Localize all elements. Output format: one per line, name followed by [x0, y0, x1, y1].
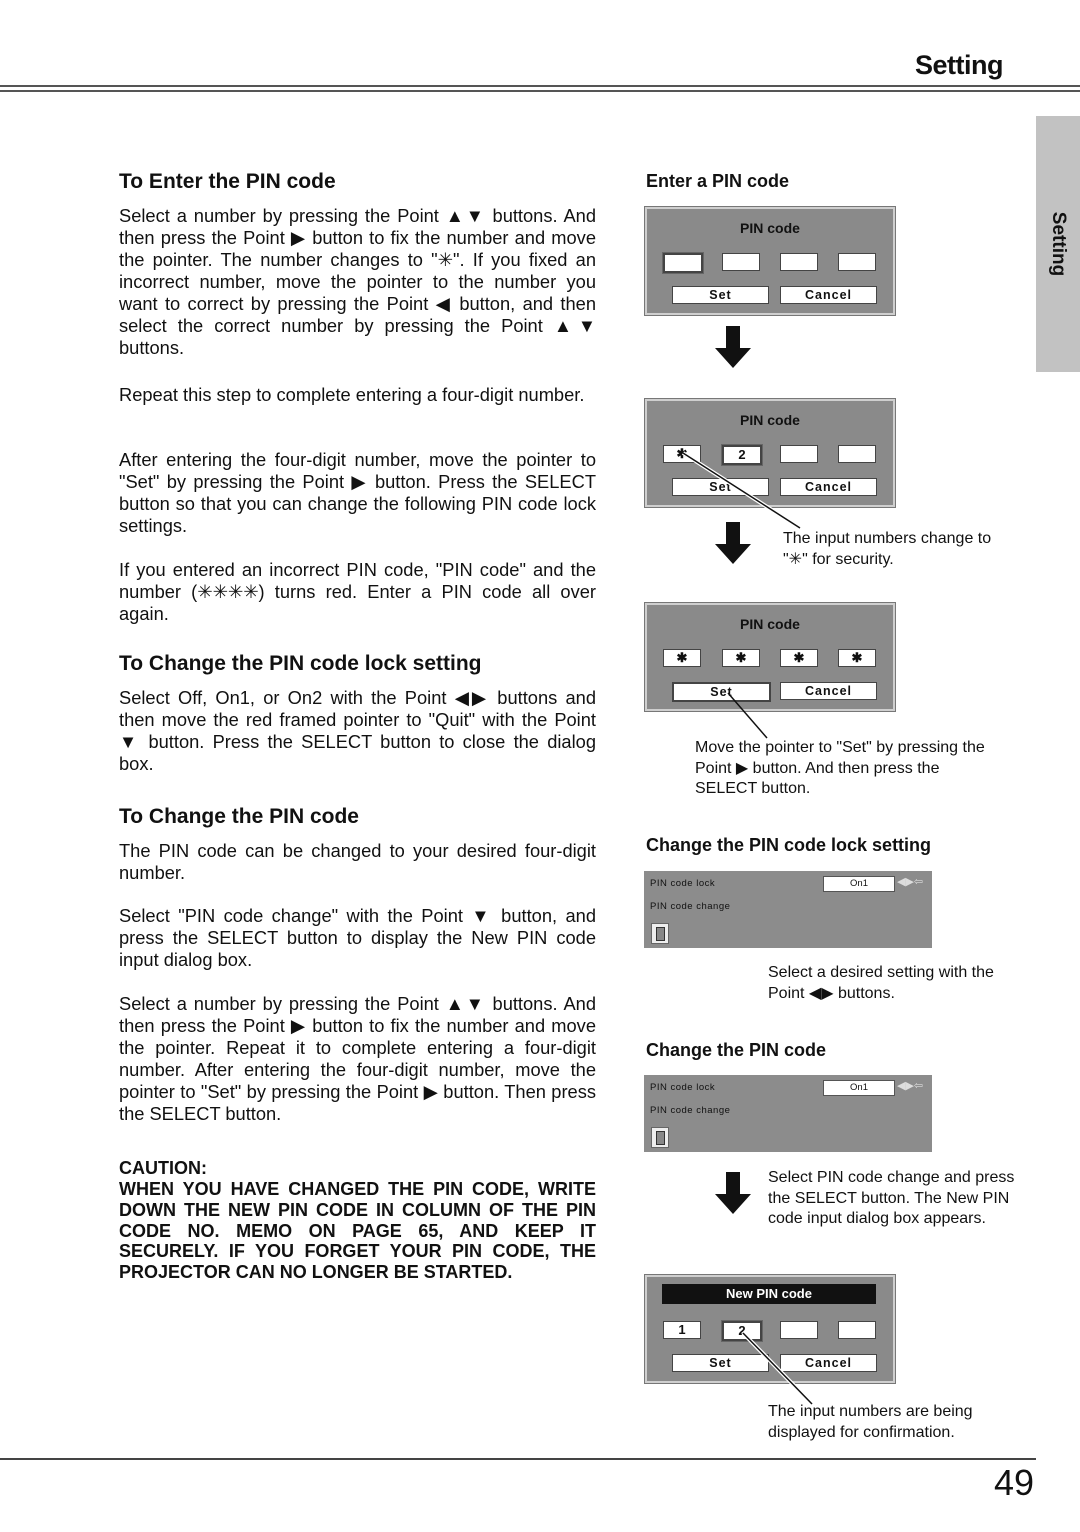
- dialog-title: PIN code: [740, 616, 800, 632]
- cancel-button[interactable]: Cancel: [780, 286, 877, 304]
- callout-line: [727, 692, 768, 739]
- paragraph: Select "PIN code change" with the Point …: [119, 905, 596, 970]
- caution-title: CAUTION:: [119, 1158, 207, 1178]
- pin-lock-value[interactable]: On1: [823, 876, 895, 892]
- pin-digit-4[interactable]: ✱: [838, 649, 876, 667]
- pin-menu: PIN code lock PIN code change On1 ◀▶⇦: [644, 1075, 932, 1152]
- left-right-arrows-icon: ◀▶⇦: [897, 1080, 924, 1092]
- header-rule: [0, 90, 1080, 92]
- dialog-title: PIN code: [740, 412, 800, 428]
- dialog-title: PIN code: [740, 220, 800, 236]
- arrow-down-icon: [715, 1172, 751, 1214]
- pin-digit-1[interactable]: [663, 253, 703, 273]
- menu-item-pin-code-change[interactable]: PIN code change: [650, 1105, 730, 1116]
- dialog-title: New PIN code: [662, 1284, 876, 1304]
- quit-icon[interactable]: [651, 1127, 669, 1148]
- paragraph: Repeat this step to complete entering a …: [119, 384, 585, 405]
- quit-icon[interactable]: [651, 923, 669, 944]
- header-rule: [0, 85, 1080, 87]
- heading-change-pin: To Change the PIN code: [119, 805, 359, 828]
- pin-digit-4[interactable]: [838, 1321, 876, 1339]
- left-right-arrows-icon: ◀▶⇦: [897, 876, 924, 888]
- cancel-button[interactable]: Cancel: [780, 682, 877, 700]
- heading-change-pin-diagram: Change the PIN code: [646, 1040, 827, 1060]
- side-tab-label: Setting: [1048, 211, 1069, 277]
- paragraph: The PIN code can be changed to your desi…: [119, 840, 596, 883]
- arrow-down-icon: [715, 326, 751, 368]
- set-button[interactable]: Set: [672, 286, 769, 304]
- pin-digit-3[interactable]: ✱: [780, 649, 818, 667]
- paragraph: Select a number by pressing the Point ▲▼…: [119, 205, 596, 358]
- menu-item-pin-code-change[interactable]: PIN code change: [650, 901, 730, 912]
- callout-line: [741, 1331, 814, 1406]
- heading-enter-pin: To Enter the PIN code: [119, 170, 336, 193]
- arrow-down-icon: [715, 522, 751, 564]
- heading-enter-pin-diagram: Enter a PIN code: [646, 171, 790, 191]
- pin-digit-4[interactable]: [838, 253, 876, 271]
- paragraph: After entering the four-digit number, mo…: [119, 449, 596, 536]
- pin-digit-3[interactable]: [780, 253, 818, 271]
- pin-digit-1[interactable]: 1: [663, 1321, 701, 1339]
- section-title: Setting: [915, 50, 1004, 80]
- page-number: 49: [993, 1462, 1034, 1503]
- pin-digit-1[interactable]: ✱: [663, 649, 701, 667]
- note-move-pointer: Move the pointer to "Set" by pressing th…: [695, 739, 985, 797]
- menu-item-pin-code-lock[interactable]: PIN code lock: [650, 878, 715, 889]
- menu-item-pin-code-lock[interactable]: PIN code lock: [650, 1082, 715, 1093]
- note-security: The input numbers change to "✳" for secu…: [783, 530, 992, 568]
- note-select-setting: Select a desired setting with the Point …: [768, 964, 994, 1002]
- paragraph: Select a number by pressing the Point ▲▼…: [119, 993, 596, 1124]
- footer-rule: [0, 1458, 1036, 1460]
- paragraph: Select Off, On1, or On2 with the Point ◀…: [119, 687, 596, 774]
- caution-body: WHEN YOU HAVE CHANGED THE PIN CODE, WRIT…: [119, 1179, 596, 1283]
- side-tab: Setting: [1036, 116, 1080, 372]
- note-select-change: Select PIN code change and press the SEL…: [768, 1169, 1015, 1227]
- pin-menu: PIN code lock PIN code change On1 ◀▶⇦: [644, 871, 932, 948]
- pin-digit-2[interactable]: [722, 253, 760, 271]
- heading-lock-setting: To Change the PIN code lock setting: [119, 652, 482, 675]
- pin-dialog: PIN code Set Cancel: [645, 207, 895, 315]
- pin-digit-4[interactable]: [838, 445, 876, 463]
- heading-lock-setting-diagram: Change the PIN code lock setting: [646, 835, 932, 855]
- paragraph: If you entered an incorrect PIN code, "P…: [119, 559, 596, 624]
- pin-lock-value[interactable]: On1: [823, 1080, 895, 1096]
- note-confirmation: The input numbers are being displayed fo…: [768, 1403, 973, 1441]
- pin-digit-2[interactable]: ✱: [722, 649, 760, 667]
